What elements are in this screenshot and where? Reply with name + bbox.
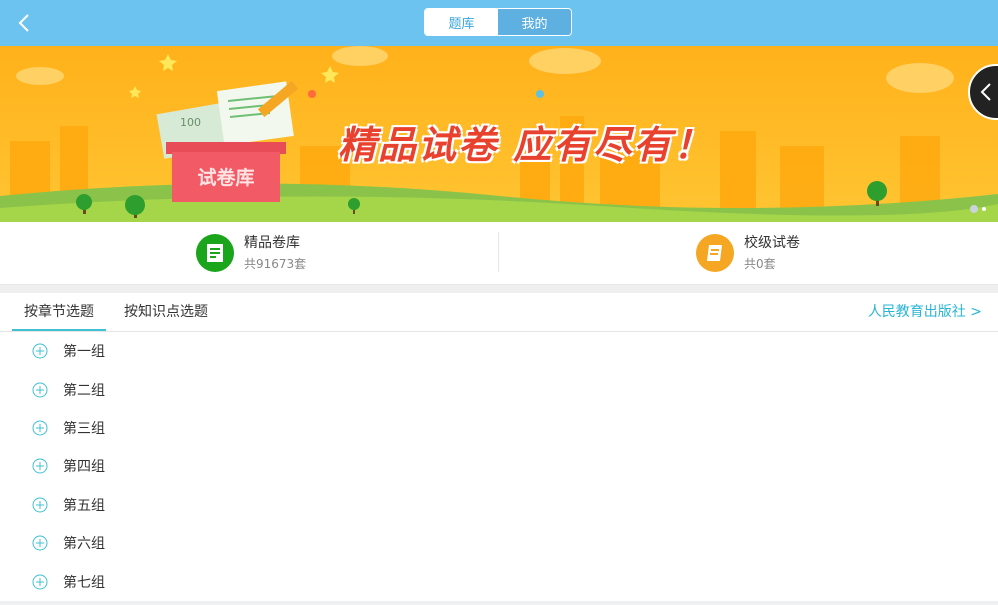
selection-tabs: 按章节选题 按知识点选题 人民教育出版社 > (0, 293, 998, 332)
group-label: 第三组 (63, 420, 105, 437)
carousel-dot[interactable] (982, 207, 986, 211)
bottom-strip (0, 601, 998, 605)
banner-slogan: 精品试卷 应有尽有！ (338, 123, 714, 167)
segment-control: 题库 我的 (424, 8, 572, 36)
quick-link-count: 共91673套 (244, 257, 307, 271)
carousel-indicator (970, 205, 986, 213)
scroll-icon (696, 234, 734, 272)
group-list: 第一组 第二组 第三组 第四组 第五组 第六组 第七组 (0, 332, 998, 601)
promo-banner[interactable]: 100 试卷库 精品试卷 应有尽有！ (0, 46, 998, 222)
list-item[interactable]: 第五组 (0, 486, 998, 524)
divider (498, 232, 499, 272)
quick-links: 精品卷库 共91673套 校级试卷 共0套 (0, 222, 998, 285)
group-label: 第二组 (63, 382, 105, 399)
publisher-link[interactable]: 人民教育出版社 > (868, 293, 982, 331)
chevron-left-icon (980, 83, 991, 101)
expand-plus-icon[interactable] (32, 458, 48, 474)
expand-plus-icon[interactable] (32, 574, 48, 590)
top-bar: 题库 我的 (0, 0, 998, 46)
book-icon (196, 234, 234, 272)
carousel-prev-button[interactable] (968, 64, 998, 120)
expand-plus-icon[interactable] (32, 535, 48, 551)
list-item[interactable]: 第六组 (0, 524, 998, 562)
group-label: 第四组 (63, 459, 105, 476)
tab-by-chapter[interactable]: 按章节选题 (12, 293, 106, 331)
chevron-left-icon (18, 14, 29, 32)
quick-link-title: 精品卷库 (244, 235, 300, 251)
expand-plus-icon[interactable] (32, 343, 48, 359)
list-item[interactable]: 第三组 (0, 409, 998, 447)
list-item[interactable]: 第一组 (0, 332, 998, 370)
section-gap (0, 285, 998, 293)
segment-mine[interactable]: 我的 (498, 9, 571, 35)
group-label: 第七组 (63, 574, 105, 591)
expand-plus-icon[interactable] (32, 497, 48, 513)
list-item[interactable]: 第四组 (0, 447, 998, 485)
premium-papers-link[interactable]: 精品卷库 共91673套 (196, 232, 306, 274)
group-label: 第一组 (63, 344, 105, 361)
paper-score: 100 (180, 116, 201, 129)
list-item[interactable]: 第七组 (0, 562, 998, 600)
carousel-dot[interactable] (970, 205, 978, 213)
list-item[interactable]: 第二组 (0, 370, 998, 408)
group-label: 第五组 (63, 497, 105, 514)
segment-tiku[interactable]: 题库 (425, 9, 498, 35)
expand-plus-icon[interactable] (32, 382, 48, 398)
expand-plus-icon[interactable] (32, 420, 48, 436)
school-papers-link[interactable]: 校级试卷 共0套 (696, 232, 800, 274)
quick-link-title: 校级试卷 (744, 235, 800, 251)
quick-link-count: 共0套 (744, 257, 776, 271)
back-button[interactable] (12, 10, 38, 36)
tab-by-knowledge-point[interactable]: 按知识点选题 (124, 293, 208, 331)
group-label: 第六组 (63, 536, 105, 553)
box-label: 试卷库 (197, 167, 255, 189)
